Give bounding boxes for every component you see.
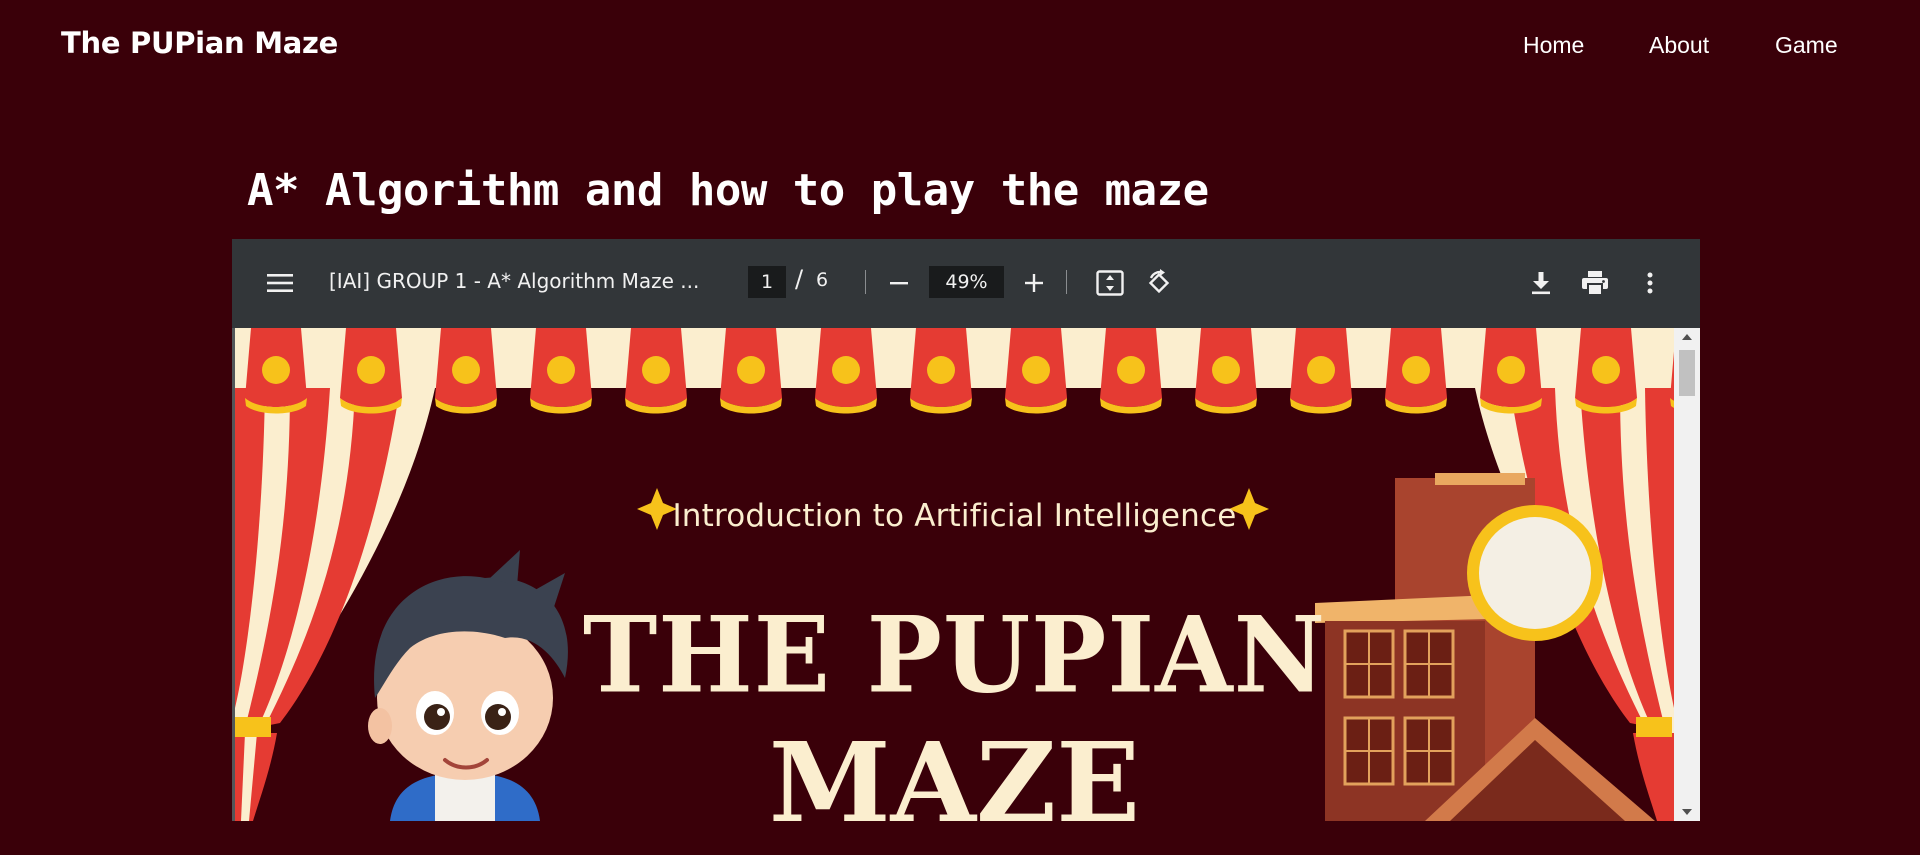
valance-dot	[1307, 356, 1335, 384]
valance-dot	[1592, 356, 1620, 384]
slide-subtitle: Introduction to Artificial Intelligence	[672, 498, 1237, 534]
valance-dot	[262, 356, 290, 384]
valance-dot	[452, 356, 480, 384]
slide-title-line-2: MAZE	[768, 718, 1141, 822]
toolbar-divider	[1066, 270, 1067, 294]
page-total: 6	[816, 269, 829, 291]
valance-dot	[1212, 356, 1240, 384]
nav-link-game[interactable]: Game	[1775, 32, 1838, 59]
pdf-viewer: [IAI] GROUP 1 - A* Algorithm Maze ... / …	[232, 239, 1700, 821]
scroll-down-arrow-icon[interactable]	[1674, 803, 1700, 821]
valance-dot	[1497, 356, 1525, 384]
pdf-page-1: Introduction to Artificial Intelligence …	[235, 328, 1674, 821]
nav-link-home[interactable]: Home	[1523, 32, 1584, 59]
rotate-icon[interactable]	[1141, 265, 1177, 301]
fit-page-icon[interactable]	[1092, 265, 1128, 301]
zoom-out-icon[interactable]	[881, 265, 917, 301]
zoom-in-icon[interactable]	[1016, 265, 1052, 301]
print-icon[interactable]	[1577, 265, 1613, 301]
valance-dot	[832, 356, 860, 384]
page-separator: /	[795, 265, 804, 293]
toolbar-divider	[865, 270, 866, 294]
valance-dot	[737, 356, 765, 384]
pdf-scrollbar[interactable]	[1674, 328, 1700, 821]
site-brand[interactable]: The PUPian Maze	[61, 26, 338, 60]
valance-dot	[927, 356, 955, 384]
menu-icon[interactable]	[262, 265, 298, 301]
pdf-document-title: [IAI] GROUP 1 - A* Algorithm Maze ...	[329, 269, 700, 293]
nav-link-about[interactable]: About	[1649, 32, 1709, 59]
pdf-toolbar: [IAI] GROUP 1 - A* Algorithm Maze ... / …	[232, 239, 1700, 328]
page-number-input[interactable]	[748, 266, 786, 298]
more-vert-icon[interactable]	[1632, 265, 1668, 301]
site-header: The PUPian Maze Home About Game	[0, 0, 1920, 95]
scroll-up-arrow-icon[interactable]	[1674, 328, 1700, 346]
download-icon[interactable]	[1523, 265, 1559, 301]
valance	[235, 328, 1674, 414]
valance-dot	[642, 356, 670, 384]
page-title: A* Algorithm and how to play the maze	[247, 165, 1209, 216]
valance-dot	[357, 356, 385, 384]
slide-title-line-1: THE PUPIAN	[582, 593, 1327, 717]
valance-dot	[547, 356, 575, 384]
scrollbar-thumb[interactable]	[1679, 350, 1695, 396]
valance-dot	[1022, 356, 1050, 384]
pdf-document-area[interactable]: Introduction to Artificial Intelligence …	[232, 328, 1700, 821]
zoom-level-input[interactable]	[929, 266, 1004, 298]
valance-dot	[1117, 356, 1145, 384]
valance-dot	[1402, 356, 1430, 384]
